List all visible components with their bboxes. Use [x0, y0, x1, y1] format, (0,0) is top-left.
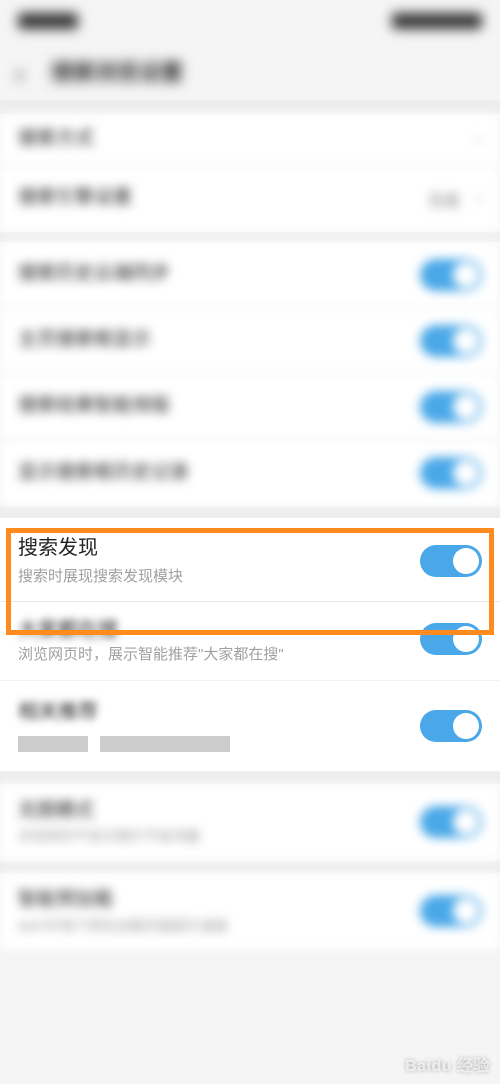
toggle-switch[interactable] — [420, 391, 482, 423]
toggle-switch[interactable] — [420, 623, 482, 655]
toggle-search-discover[interactable] — [420, 545, 482, 577]
row-search-discover[interactable]: 搜索发现 搜索时展现搜索发现模块 — [0, 518, 500, 602]
row-option-a[interactable]: 无图模式 浏览网页不显示图片节省流量 — [0, 784, 500, 861]
search-discover-title: 搜索发现 — [18, 534, 408, 562]
section-divider — [0, 861, 500, 873]
toggle-switch[interactable] — [420, 259, 482, 291]
row-search-method[interactable]: 搜索方式 › — [0, 114, 500, 166]
status-battery — [392, 13, 482, 29]
toggle-switch[interactable] — [420, 325, 482, 357]
search-discover-sub: 搜索时展现搜索发现模块 — [18, 567, 408, 587]
chevron-right-icon: › — [476, 188, 482, 209]
chevron-right-icon: › — [476, 129, 482, 150]
related-title: 相关推荐 — [18, 695, 408, 724]
row-engine[interactable]: 搜索引擎设置 百度 › — [0, 166, 500, 232]
row-toggle-2[interactable]: 主页搜索框显示 — [0, 308, 500, 374]
row-option-b[interactable]: 智能预加载 WiFi环境下预先加载页面提升速度 — [0, 873, 500, 949]
section-divider — [0, 100, 500, 114]
page-title: 搜索浏览设置 — [51, 55, 183, 87]
row-toggle-4[interactable]: 显示搜索框历史记录 — [0, 440, 500, 506]
toggle-switch[interactable] — [420, 457, 482, 489]
everyone-searching-sub: 浏览网页时，展示智能推荐"大家都在搜" — [18, 645, 408, 665]
pixelated-text — [100, 736, 230, 752]
watermark: Baidu 经验 — [405, 1052, 490, 1076]
header: ‹ 搜索浏览设置 — [0, 42, 500, 100]
section-divider — [0, 772, 500, 784]
back-icon[interactable]: ‹ — [15, 58, 31, 84]
toggle-switch[interactable] — [420, 710, 482, 742]
section-divider — [0, 232, 500, 242]
row-related[interactable]: 相关推荐 — [0, 681, 500, 772]
row-everyone-searching[interactable]: 大家都在搜 浏览网页时，展示智能推荐"大家都在搜" — [0, 602, 500, 680]
toggle-switch[interactable] — [420, 895, 482, 927]
status-time — [18, 13, 78, 29]
pixelated-text — [18, 736, 88, 752]
status-bar — [0, 0, 500, 42]
everyone-searching-title: 大家都在搜 — [18, 613, 408, 642]
row-toggle-1[interactable]: 搜索历史云端同步 — [0, 242, 500, 308]
section-divider — [0, 506, 500, 518]
toggle-switch[interactable] — [420, 806, 482, 838]
row-toggle-3[interactable]: 搜索结果智能排版 — [0, 374, 500, 440]
